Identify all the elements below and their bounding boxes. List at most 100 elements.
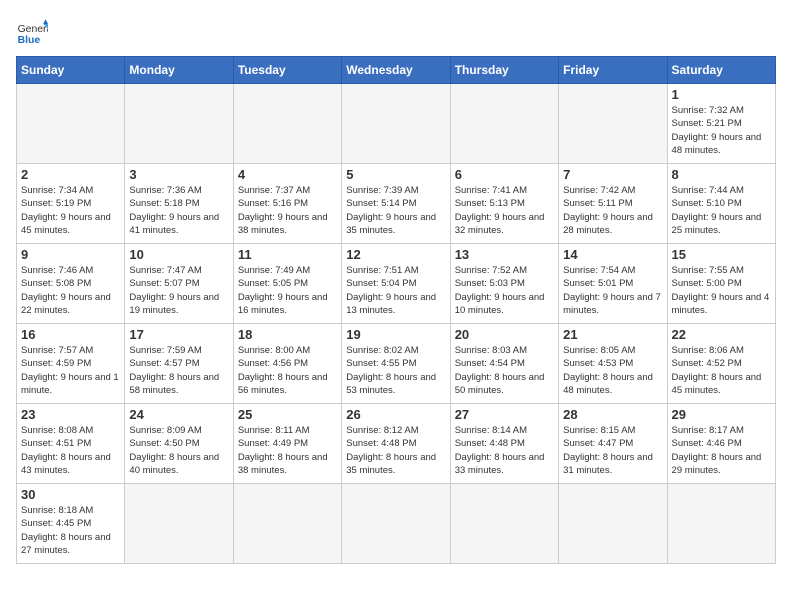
day-cell [559,484,667,564]
day-cell: 17 Sunrise: 7:59 AM Sunset: 4:57 PM Dayli… [125,324,233,404]
weekday-header-friday: Friday [559,57,667,84]
day-cell: 11 Sunrise: 7:49 AM Sunset: 5:05 PM Dayli… [233,244,341,324]
day-info: Sunrise: 7:54 AM Sunset: 5:01 PM Dayligh… [563,264,662,317]
day-info: Sunrise: 7:36 AM Sunset: 5:18 PM Dayligh… [129,184,228,237]
svg-text:General: General [18,24,48,35]
day-info: Sunrise: 8:11 AM Sunset: 4:49 PM Dayligh… [238,424,337,477]
day-number: 20 [455,327,554,342]
week-row-4: 16 Sunrise: 7:57 AM Sunset: 4:59 PM Dayli… [17,324,776,404]
day-number: 24 [129,407,228,422]
header: General Blue [16,16,776,48]
day-cell: 25 Sunrise: 8:11 AM Sunset: 4:49 PM Dayli… [233,404,341,484]
day-cell [125,484,233,564]
day-info: Sunrise: 8:14 AM Sunset: 4:48 PM Dayligh… [455,424,554,477]
day-info: Sunrise: 8:00 AM Sunset: 4:56 PM Dayligh… [238,344,337,397]
day-info: Sunrise: 8:18 AM Sunset: 4:45 PM Dayligh… [21,504,120,557]
day-cell: 24 Sunrise: 8:09 AM Sunset: 4:50 PM Dayli… [125,404,233,484]
day-number: 10 [129,247,228,262]
day-cell: 30 Sunrise: 8:18 AM Sunset: 4:45 PM Dayli… [17,484,125,564]
day-number: 18 [238,327,337,342]
day-cell: 23 Sunrise: 8:08 AM Sunset: 4:51 PM Dayli… [17,404,125,484]
day-info: Sunrise: 7:32 AM Sunset: 5:21 PM Dayligh… [672,104,771,157]
day-cell: 15 Sunrise: 7:55 AM Sunset: 5:00 PM Dayli… [667,244,775,324]
day-cell [559,84,667,164]
day-info: Sunrise: 8:03 AM Sunset: 4:54 PM Dayligh… [455,344,554,397]
day-info: Sunrise: 8:17 AM Sunset: 4:46 PM Dayligh… [672,424,771,477]
day-info: Sunrise: 7:57 AM Sunset: 4:59 PM Dayligh… [21,344,120,397]
day-info: Sunrise: 7:51 AM Sunset: 5:04 PM Dayligh… [346,264,445,317]
day-info: Sunrise: 8:05 AM Sunset: 4:53 PM Dayligh… [563,344,662,397]
svg-text:Blue: Blue [18,35,41,46]
day-number: 27 [455,407,554,422]
day-number: 2 [21,167,120,182]
day-info: Sunrise: 7:41 AM Sunset: 5:13 PM Dayligh… [455,184,554,237]
day-cell: 26Sunrise: 8:12 AM Sunset: 4:48 PM Dayli… [342,404,450,484]
day-cell: 5 Sunrise: 7:39 AM Sunset: 5:14 PM Daylig… [342,164,450,244]
day-info: Sunrise: 7:49 AM Sunset: 5:05 PM Dayligh… [238,264,337,317]
day-cell: 2Sunrise: 7:34 AM Sunset: 5:19 PM Daylig… [17,164,125,244]
day-number: 16 [21,327,120,342]
weekday-header-row: SundayMondayTuesdayWednesdayThursdayFrid… [17,57,776,84]
day-info: Sunrise: 8:02 AM Sunset: 4:55 PM Dayligh… [346,344,445,397]
day-number: 9 [21,247,120,262]
day-number: 30 [21,487,120,502]
day-number: 22 [672,327,771,342]
day-cell: 1 Sunrise: 7:32 AM Sunset: 5:21 PM Daylig… [667,84,775,164]
day-number: 29 [672,407,771,422]
day-number: 13 [455,247,554,262]
day-info: Sunrise: 7:47 AM Sunset: 5:07 PM Dayligh… [129,264,228,317]
logo: General Blue [16,16,48,48]
day-number: 5 [346,167,445,182]
day-cell: 22 Sunrise: 8:06 AM Sunset: 4:52 PM Dayli… [667,324,775,404]
day-cell: 9Sunrise: 7:46 AM Sunset: 5:08 PM Daylig… [17,244,125,324]
day-info: Sunrise: 7:39 AM Sunset: 5:14 PM Dayligh… [346,184,445,237]
day-info: Sunrise: 8:06 AM Sunset: 4:52 PM Dayligh… [672,344,771,397]
day-info: Sunrise: 7:55 AM Sunset: 5:00 PM Dayligh… [672,264,771,317]
day-cell: 13 Sunrise: 7:52 AM Sunset: 5:03 PM Dayli… [450,244,558,324]
day-cell: 28Sunrise: 8:15 AM Sunset: 4:47 PM Dayli… [559,404,667,484]
day-number: 25 [238,407,337,422]
weekday-header-saturday: Saturday [667,57,775,84]
day-number: 23 [21,407,120,422]
generalblue-logo-icon: General Blue [16,16,48,48]
weekday-header-wednesday: Wednesday [342,57,450,84]
day-cell [17,84,125,164]
week-row-6: 30 Sunrise: 8:18 AM Sunset: 4:45 PM Dayli… [17,484,776,564]
day-cell: 18 Sunrise: 8:00 AM Sunset: 4:56 PM Dayli… [233,324,341,404]
day-number: 4 [238,167,337,182]
day-info: Sunrise: 8:09 AM Sunset: 4:50 PM Dayligh… [129,424,228,477]
day-cell: 19Sunrise: 8:02 AM Sunset: 4:55 PM Dayli… [342,324,450,404]
day-number: 21 [563,327,662,342]
weekday-header-sunday: Sunday [17,57,125,84]
day-number: 6 [455,167,554,182]
day-info: Sunrise: 7:37 AM Sunset: 5:16 PM Dayligh… [238,184,337,237]
day-cell: 6 Sunrise: 7:41 AM Sunset: 5:13 PM Daylig… [450,164,558,244]
day-info: Sunrise: 7:42 AM Sunset: 5:11 PM Dayligh… [563,184,662,237]
day-cell: 16 Sunrise: 7:57 AM Sunset: 4:59 PM Dayli… [17,324,125,404]
day-cell: 21 Sunrise: 8:05 AM Sunset: 4:53 PM Dayli… [559,324,667,404]
day-info: Sunrise: 7:52 AM Sunset: 5:03 PM Dayligh… [455,264,554,317]
day-number: 1 [672,87,771,102]
day-cell [125,84,233,164]
weekday-header-tuesday: Tuesday [233,57,341,84]
day-number: 17 [129,327,228,342]
day-number: 15 [672,247,771,262]
day-number: 28 [563,407,662,422]
day-info: Sunrise: 8:08 AM Sunset: 4:51 PM Dayligh… [21,424,120,477]
day-cell [450,84,558,164]
day-number: 7 [563,167,662,182]
weekday-header-monday: Monday [125,57,233,84]
day-number: 12 [346,247,445,262]
day-info: Sunrise: 7:59 AM Sunset: 4:57 PM Dayligh… [129,344,228,397]
day-cell: 10 Sunrise: 7:47 AM Sunset: 5:07 PM Dayli… [125,244,233,324]
day-number: 14 [563,247,662,262]
day-number: 26 [346,407,445,422]
day-number: 3 [129,167,228,182]
day-cell: 8Sunrise: 7:44 AM Sunset: 5:10 PM Daylig… [667,164,775,244]
day-cell [342,484,450,564]
day-cell: 20 Sunrise: 8:03 AM Sunset: 4:54 PM Dayli… [450,324,558,404]
day-number: 11 [238,247,337,262]
day-cell [233,484,341,564]
day-number: 8 [672,167,771,182]
calendar-table: SundayMondayTuesdayWednesdayThursdayFrid… [16,56,776,564]
